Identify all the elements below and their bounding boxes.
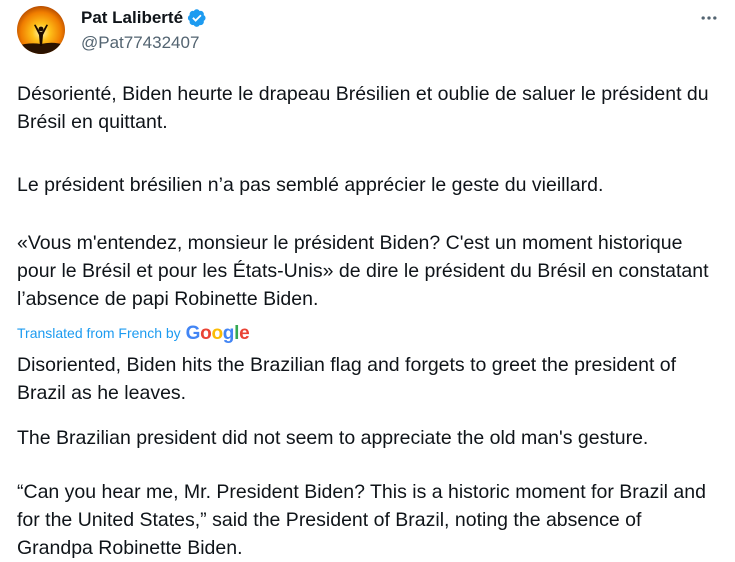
author-names: Pat Laliberté @Pat77432407 xyxy=(81,5,207,55)
verified-badge-icon xyxy=(187,8,207,28)
silhouette-sunset-avatar-icon xyxy=(17,6,65,54)
display-name-row: Pat Laliberté xyxy=(81,5,207,31)
translated-paragraph-3: “Can you hear me, Mr. President Biden? T… xyxy=(17,481,706,559)
original-paragraph-1: Désorienté, Biden heurte le drapeau Brés… xyxy=(17,83,709,133)
translated-paragraph-1: Disoriented, Biden hits the Brazilian fl… xyxy=(17,354,677,404)
avatar[interactable] xyxy=(17,6,65,54)
translation-label: Translated from French by xyxy=(17,325,181,341)
display-name[interactable]: Pat Laliberté xyxy=(81,8,183,28)
more-dots-icon xyxy=(701,16,717,20)
original-paragraph-3: «Vous m'entendez, monsieur le président … xyxy=(17,232,709,310)
handle[interactable]: @Pat77432407 xyxy=(81,31,207,55)
google-logo: Google xyxy=(185,322,250,344)
original-paragraph-2: Le président brésilien n’a pas semblé ap… xyxy=(17,174,604,196)
translated-paragraph-2: The Brazilian president did not seem to … xyxy=(17,427,649,449)
more-options-button[interactable] xyxy=(695,5,723,31)
tweet-header: Pat Laliberté @Pat77432407 xyxy=(17,5,727,57)
translation-attribution: Translated from French by Google xyxy=(17,322,250,344)
